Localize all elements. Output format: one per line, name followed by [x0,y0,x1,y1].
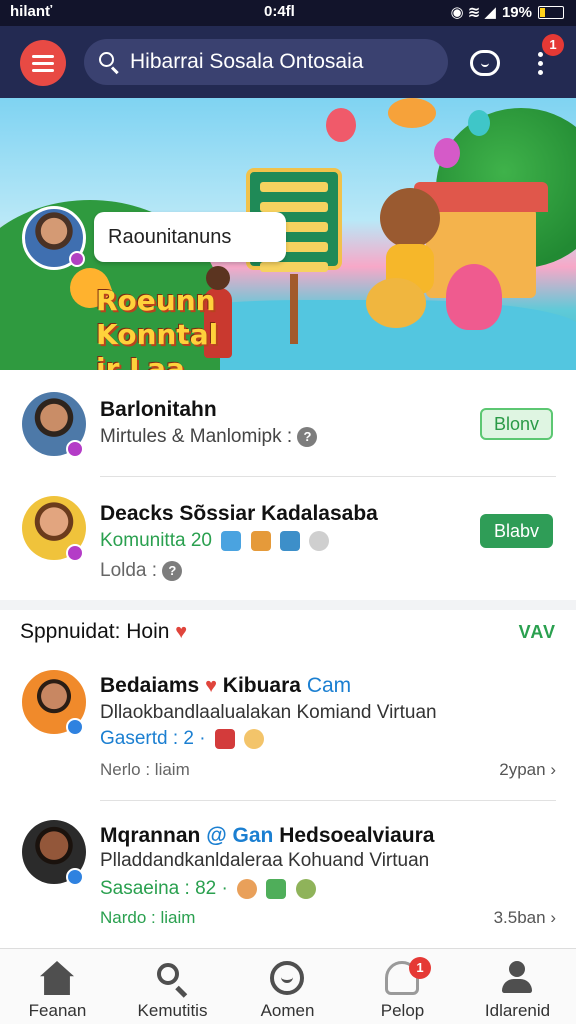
verified-icon [66,868,84,886]
tag-label[interactable]: @ Gan [206,824,273,847]
hero-banner[interactable]: Roeunn Konntal ir Laa. Raounitanuns [0,98,576,370]
chat-icon [270,961,304,995]
clock: 0:4fl [264,3,295,20]
tag-label[interactable]: Cam [307,674,351,697]
user-icon [500,961,534,995]
nav-item-chat[interactable]: Aomen [230,949,345,1024]
post-description: Dllaokbandlaalualakan Komiand Virtuan [100,702,437,723]
app-bar: 1 [0,26,576,98]
chevron-right-icon: › [550,760,556,779]
heart-icon: ♥ [175,621,188,643]
nav-item-search[interactable]: Kemutitis [115,949,230,1024]
post-row[interactable]: Bedaiams ♥ Kibuara Cam Dllaokbandlaalual… [0,662,576,798]
help-icon: ? [162,560,183,581]
search-input[interactable] [130,50,430,74]
sticker-icon [250,530,271,551]
post-author: Mqrannan @ Gan Hedsoealviaura [100,824,435,847]
battery-percent: 19% [501,3,532,21]
banner-pill[interactable]: Raounitanuns [94,212,286,262]
feed: Barlonitahn Mirtules & Manlomipk : ? Blo… [0,370,576,950]
chat-icon [470,50,500,76]
sticker-icon [244,728,265,749]
cartoon-creature [446,264,502,330]
nav-item-profile[interactable]: Idlarenid [460,949,575,1024]
contact-row[interactable]: Deacks Sõssiar Kadalasaba Komunitta 20 L… [0,478,576,600]
nav-item-notifications[interactable]: 1 Pelop [345,949,460,1024]
search-icon [155,961,189,998]
battery-icon [538,5,564,19]
post-stat: Sasaeina : 82 · [100,878,316,900]
nav-label: Aomen [260,1001,315,1020]
sticker-icon [279,530,300,551]
avatar[interactable] [22,206,86,270]
heart-icon: ♥ [205,675,217,697]
contact-name: Deacks Sõssiar Kadalasaba [100,502,378,525]
home-icon [40,961,74,995]
notification-badge: 1 [409,957,431,979]
sticker-icon [309,530,330,551]
post-meta: Nardo : liaim [100,908,196,927]
nav-item-home[interactable]: Feanan [0,949,115,1024]
badge-icon [66,440,84,458]
online-dot [69,251,85,267]
nav-label: Kemutitis [137,1001,208,1020]
sticker-icon [221,530,242,551]
badge-icon [66,544,84,562]
nav-label: Idlarenid [484,1001,551,1020]
section-title: Sppnuidat: Hoin ♥ [20,620,188,643]
bottom-nav: Feanan Kemutitis Aomen 1 Pelop Idlarenid [0,948,576,1024]
status-icons: ◉ ≋ ◢ 19% [450,3,564,21]
status-bar: hilanť 0:4fl ◉ ≋ ◢ 19% [0,0,576,26]
search-icon [98,51,120,75]
banner-title: Roeunn Konntal ir Laa. [96,284,219,370]
contact-extra: Lolda : ? [100,560,183,582]
post-author: Bedaiams ♥ Kibuara Cam [100,674,352,697]
nav-label: Feanan [28,1001,87,1020]
help-icon: ? [297,426,318,447]
chevron-right-icon: › [550,908,556,927]
wifi-icon: ◉ ≋ ◢ [450,4,496,21]
nav-label: Pelop [380,1001,425,1020]
contact-row[interactable]: Barlonitahn Mirtules & Manlomipk : ? Blo… [0,370,576,476]
post-time[interactable]: 2ypan › [499,760,556,780]
notification-badge: 1 [542,34,564,56]
post-time[interactable]: 3.5ban › [494,908,556,928]
sticker-icon [295,878,316,899]
follow-button[interactable]: Blabv [480,514,554,548]
community-count: Komunitta 20 [100,530,330,552]
search-bar[interactable] [84,39,448,85]
post-row[interactable]: Mqrannan @ Gan Hedsoealviaura Plladdandk… [0,808,576,950]
see-all-link[interactable]: VAV [519,622,556,643]
post-meta: Nerlo : liaim [100,760,190,779]
follow-button[interactable]: Blonv [480,408,554,440]
carrier-label: hilanť [10,3,53,20]
contact-name: Barlonitahn [100,398,217,421]
chat-button[interactable] [466,44,504,82]
contact-subtitle: Mirtules & Manlomipk : ? [100,426,318,448]
sticker-icon [214,728,235,749]
post-stat: Gasertd : 2 · [100,728,265,750]
cartoon-character [380,188,440,294]
sticker-icon [266,878,287,899]
menu-button[interactable] [20,40,66,86]
sticker-icon [237,878,258,899]
post-description: Plladdandkanldaleraa Kohuand Virtuan [100,850,430,871]
verified-icon [66,718,84,736]
